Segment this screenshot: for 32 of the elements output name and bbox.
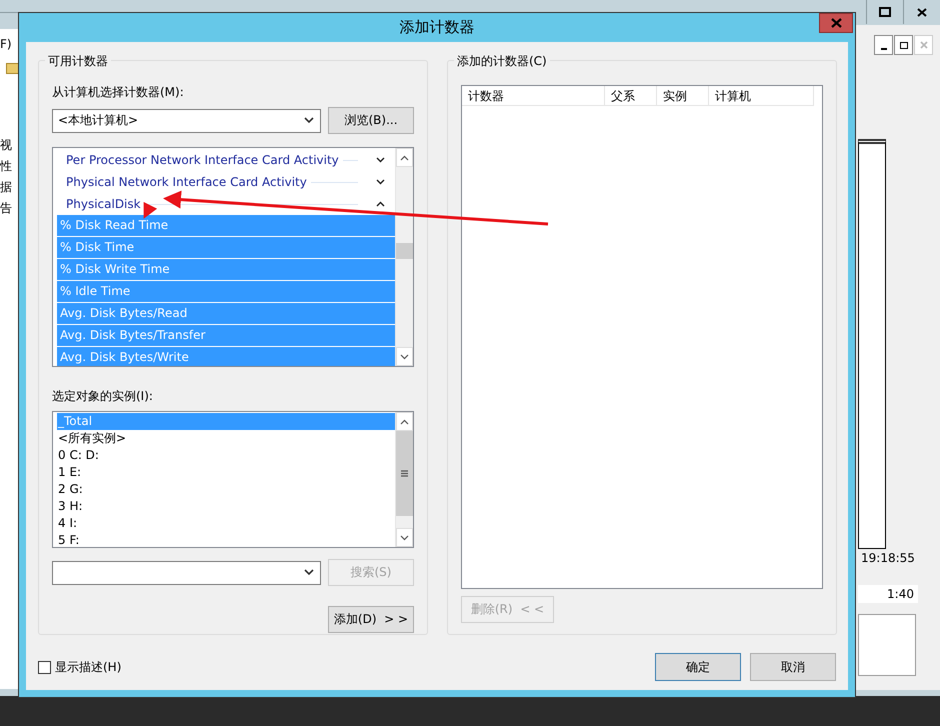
tree-item[interactable]: 视 (0, 137, 12, 154)
field-label: 选定对象的实例(I): (52, 388, 154, 405)
computer-dropdown[interactable]: <本地计算机> (52, 108, 321, 132)
column-header[interactable]: 计数器 (462, 86, 605, 106)
instance-item[interactable]: 4 I: (57, 515, 395, 532)
instance-item[interactable]: <所有实例> (57, 430, 395, 447)
time-label: 19:18:55 (861, 551, 915, 565)
checkbox-label: 显示描述(H) (55, 658, 122, 676)
field-label: 从计算机选择计数器(M): (52, 84, 185, 101)
instance-item[interactable]: 0 C: D: (57, 447, 395, 464)
category-item[interactable]: Per Processor Network Interface Card Activity (57, 149, 395, 171)
cancel-button[interactable]: 取消 (750, 653, 836, 681)
tree-item[interactable]: 性 (0, 158, 12, 175)
instance-item[interactable]: 5 F: (57, 532, 395, 547)
instance-item[interactable]: 2 G: (57, 481, 395, 498)
tree-item[interactable]: 据 (0, 179, 12, 196)
category-item[interactable]: PhysicalDisk (57, 193, 395, 215)
add-button[interactable]: 添加(D) > > (328, 606, 414, 633)
group-title: 添加的计数器(C) (454, 53, 550, 70)
instance-item[interactable]: 1 E: (57, 464, 395, 481)
category-item[interactable]: Physical Network Interface Card Activity (57, 171, 395, 193)
browse-button[interactable]: 浏览(B)... (328, 107, 414, 134)
menu-item[interactable]: F) (0, 37, 12, 51)
instance-item[interactable]: 3 H: (57, 498, 395, 515)
ok-button[interactable]: 确定 (655, 653, 741, 681)
column-header[interactable]: 计算机 (709, 86, 814, 106)
duration-field: 1:40 (858, 585, 918, 603)
column-header[interactable]: 实例 (657, 86, 709, 106)
window-title: 添加计数器 (400, 18, 474, 37)
column-header[interactable]: 父系 (605, 86, 657, 106)
tree-item[interactable]: 告 (0, 200, 12, 217)
group-title: 可用计数器 (45, 53, 111, 70)
